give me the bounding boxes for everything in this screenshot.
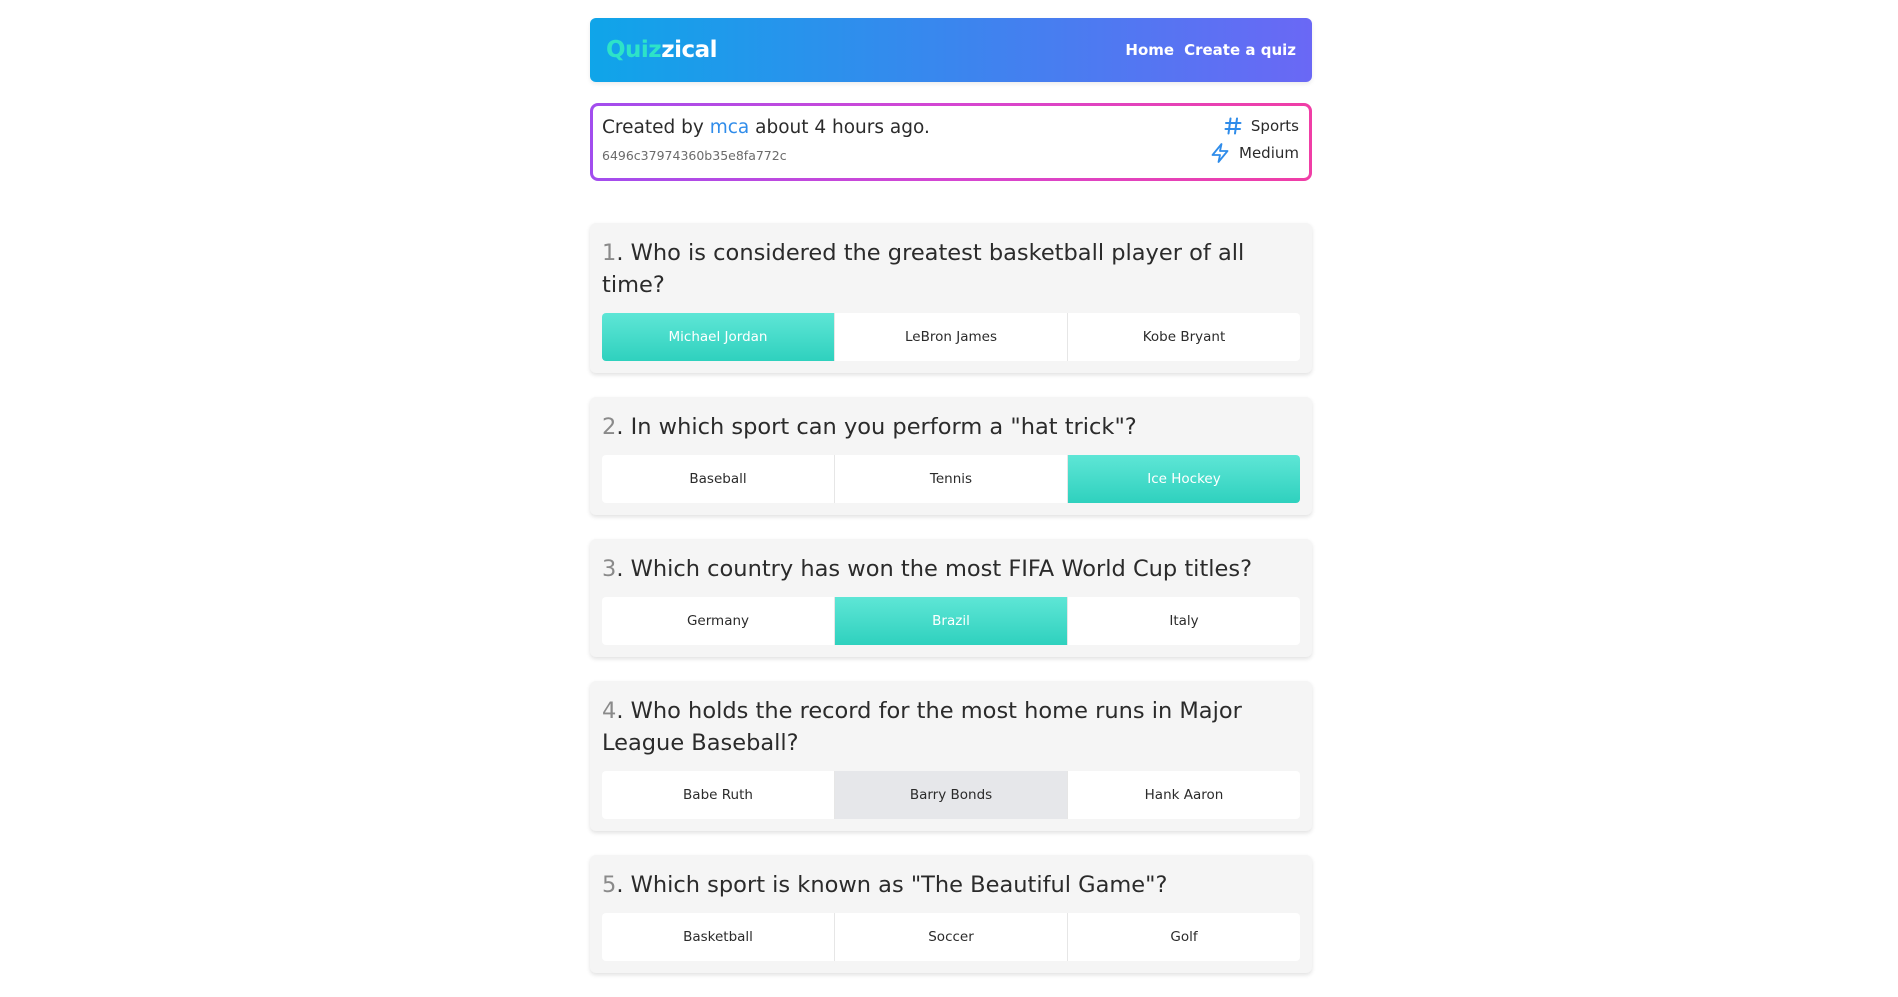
answer-option[interactable]: Kobe Bryant bbox=[1068, 313, 1300, 361]
question-number: 4 bbox=[602, 698, 617, 724]
quiz-info-inner: Created by mca about 4 hours ago. 6496c3… bbox=[593, 106, 1309, 178]
question-card: 3. Which country has won the most FIFA W… bbox=[590, 539, 1312, 657]
answer-option[interactable]: Germany bbox=[602, 597, 835, 645]
lightning-icon bbox=[1209, 142, 1231, 164]
question-card: 2. In which sport can you perform a "hat… bbox=[590, 397, 1312, 515]
question-number: 3 bbox=[602, 556, 617, 582]
question-text: . Who is considered the greatest basketb… bbox=[602, 240, 1245, 298]
question-card: 5. Which sport is known as "The Beautifu… bbox=[590, 855, 1312, 973]
answer-group: Baseball Tennis Ice Hockey bbox=[602, 455, 1300, 503]
answer-group: Babe Ruth Barry Bonds Hank Aaron bbox=[602, 771, 1300, 819]
created-time: about 4 hours ago. bbox=[755, 117, 930, 138]
answer-option[interactable]: Italy bbox=[1068, 597, 1300, 645]
brand-part-zical: zical bbox=[661, 37, 718, 63]
question-card: 4. Who holds the record for the most hom… bbox=[590, 681, 1312, 831]
quiz-id: 6496c37974360b35e8fa772c bbox=[602, 148, 787, 163]
question-text: . Which sport is known as "The Beautiful… bbox=[616, 872, 1168, 898]
question-number: 1 bbox=[602, 240, 617, 266]
quiz-info-card: Created by mca about 4 hours ago. 6496c3… bbox=[590, 103, 1312, 181]
questions-list: 1. Who is considered the greatest basket… bbox=[590, 223, 1312, 973]
answer-option[interactable]: Basketball bbox=[602, 913, 835, 961]
question-title: 5. Which sport is known as "The Beautifu… bbox=[602, 869, 1300, 901]
quiz-meta: Sports Medium bbox=[1209, 116, 1299, 170]
category-tag: Sports bbox=[1223, 116, 1299, 136]
created-prefix: Created by bbox=[602, 117, 704, 138]
difficulty-tag: Medium bbox=[1209, 142, 1299, 164]
answer-option[interactable]: Brazil bbox=[835, 597, 1068, 645]
answer-group: Michael Jordan LeBron James Kobe Bryant bbox=[602, 313, 1300, 361]
brand-part-quiz: Quiz bbox=[606, 37, 662, 63]
answer-option[interactable]: Hank Aaron bbox=[1068, 771, 1300, 819]
page-container: Quizzical Home Create a quiz Created by … bbox=[590, 18, 1312, 997]
question-title: 1. Who is considered the greatest basket… bbox=[602, 237, 1300, 301]
nav-home-link[interactable]: Home bbox=[1125, 41, 1174, 59]
question-text: . Which country has won the most FIFA Wo… bbox=[616, 556, 1253, 582]
answer-option[interactable]: LeBron James bbox=[835, 313, 1068, 361]
quiz-info-left: Created by mca about 4 hours ago. 6496c3… bbox=[602, 116, 930, 170]
brand-logo[interactable]: Quizzical bbox=[606, 37, 718, 63]
creator-link[interactable]: mca bbox=[710, 117, 750, 138]
question-card: 1. Who is considered the greatest basket… bbox=[590, 223, 1312, 373]
answer-option[interactable]: Ice Hockey bbox=[1068, 455, 1300, 503]
answer-option[interactable]: Soccer bbox=[835, 913, 1068, 961]
question-number: 2 bbox=[602, 414, 617, 440]
question-title: 2. In which sport can you perform a "hat… bbox=[602, 411, 1300, 443]
category-label: Sports bbox=[1250, 117, 1299, 135]
difficulty-label: Medium bbox=[1239, 144, 1299, 162]
question-title: 4. Who holds the record for the most hom… bbox=[602, 695, 1300, 759]
answer-option[interactable]: Golf bbox=[1068, 913, 1300, 961]
question-text: . In which sport can you perform a "hat … bbox=[616, 414, 1137, 440]
answer-option[interactable]: Baseball bbox=[602, 455, 835, 503]
answer-group: Germany Brazil Italy bbox=[602, 597, 1300, 645]
answer-option[interactable]: Barry Bonds bbox=[835, 771, 1068, 819]
question-text: . Who holds the record for the most home… bbox=[602, 698, 1242, 756]
answer-option[interactable]: Babe Ruth bbox=[602, 771, 835, 819]
question-title: 3. Which country has won the most FIFA W… bbox=[602, 553, 1300, 585]
answer-option[interactable]: Tennis bbox=[835, 455, 1068, 503]
nav-create-quiz-link[interactable]: Create a quiz bbox=[1184, 41, 1296, 59]
answer-group: Basketball Soccer Golf bbox=[602, 913, 1300, 961]
hash-icon bbox=[1223, 116, 1243, 136]
nav-links: Home Create a quiz bbox=[1125, 41, 1296, 59]
question-number: 5 bbox=[602, 872, 617, 898]
answer-option[interactable]: Michael Jordan bbox=[602, 313, 835, 361]
created-line: Created by mca about 4 hours ago. bbox=[602, 117, 930, 138]
navbar: Quizzical Home Create a quiz bbox=[590, 18, 1312, 82]
